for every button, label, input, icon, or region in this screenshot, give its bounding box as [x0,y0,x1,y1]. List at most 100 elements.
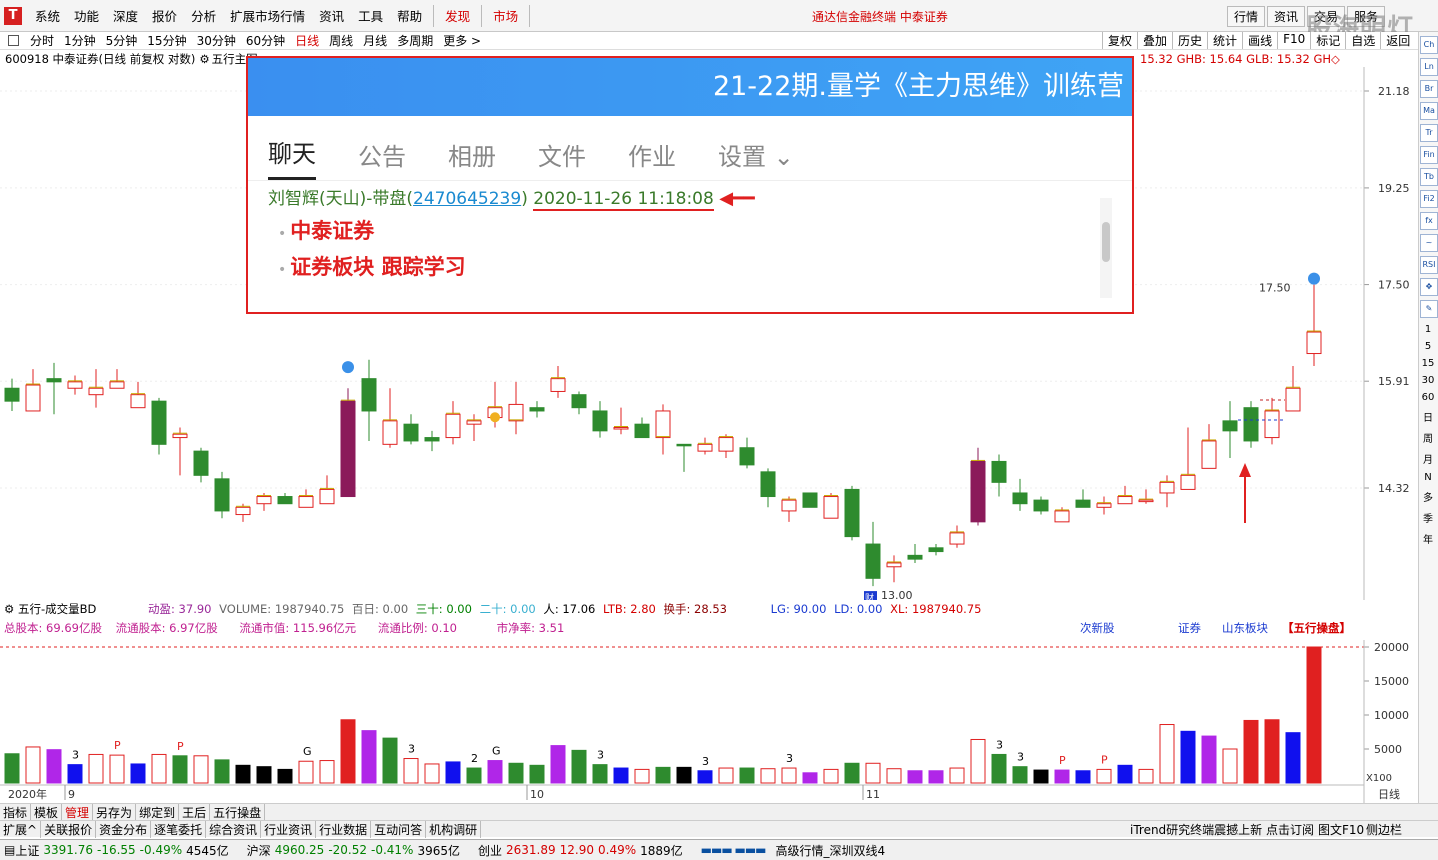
chat-tab-2[interactable]: 相册 [448,137,496,180]
pen-icon[interactable]: ✎ [1420,300,1438,318]
tool-6[interactable]: 标记 [1310,32,1345,49]
period-10[interactable]: 更多 > [438,32,486,49]
indicator-tab-3[interactable]: 另存为 [93,803,137,821]
menu-item-6[interactable]: 资讯 [312,6,351,25]
stock-title[interactable]: 600918 中泰证券(日线 前复权 对数) [5,51,195,67]
checkbox-icon[interactable] [8,35,19,46]
sidebar-period-7[interactable]: 月 [1419,451,1437,466]
volume-indicator-name[interactable]: 五行-成交量BD [18,602,96,616]
trend-icon[interactable]: Tr [1420,124,1438,142]
sidebar-period-5[interactable]: 日 [1419,409,1437,424]
fi2-icon[interactable]: Fi2 [1420,190,1438,208]
news-button[interactable]: 资讯 [1267,6,1306,27]
sender-qq[interactable]: 2470645239 [413,189,521,209]
info-tab-2[interactable]: 资金分布 [96,820,152,838]
info-tab-4[interactable]: 综合资讯 [206,820,262,838]
chart-icon[interactable]: Ch [1420,36,1438,54]
rsi-icon[interactable]: ~ [1420,234,1438,252]
period-7[interactable]: 周线 [324,32,358,49]
tool-2[interactable]: 历史 [1172,32,1207,49]
indicator-tab-4[interactable]: 绑定到 [136,803,180,821]
tool-4[interactable]: 画线 [1242,32,1277,49]
period-0[interactable]: 分时 [25,32,59,49]
info-tab-0[interactable]: 扩展^ [0,820,42,838]
indicator-tab-0[interactable]: 指标 [0,803,32,821]
indicator-tab-5[interactable]: 王后 [179,803,211,821]
fin-icon[interactable]: Fin [1420,146,1438,164]
info-tab-6[interactable]: 行业数据 [316,820,372,838]
menu-item-1[interactable]: 功能 [67,6,106,25]
bar-icon[interactable]: Br [1420,80,1438,98]
cy-name[interactable]: 创业 [478,842,502,859]
chat-tab-0[interactable]: 聊天 [268,134,316,180]
f10-link[interactable]: 图文F10 [1318,821,1364,838]
sidebar-period-8[interactable]: N [1419,472,1437,483]
move-icon[interactable]: ✥ [1420,278,1438,296]
menu-item-7[interactable]: 工具 [351,6,390,25]
menu-item-4[interactable]: 分析 [184,6,223,25]
table-icon[interactable]: Tb [1420,168,1438,186]
chat-tab-4[interactable]: 作业 [628,137,676,180]
info-tab-1[interactable]: 关联报价 [41,820,97,838]
sz-name[interactable]: 沪深 [247,842,271,859]
sidebar-period-0[interactable]: 1 [1419,324,1437,335]
fix-icon[interactable]: fx [1420,212,1438,230]
menu-item-2[interactable]: 深度 [106,6,145,25]
info-tab-3[interactable]: 逐笔委托 [151,820,207,838]
tool-0[interactable]: 复权 [1102,32,1137,49]
sidebar-period-6[interactable]: 周 [1419,430,1437,445]
sidebar-period-11[interactable]: 年 [1419,531,1437,546]
info-tab-5[interactable]: 行业资讯 [261,820,317,838]
tool-8[interactable]: 返回 [1380,32,1415,49]
menu-item-8[interactable]: 帮助 [390,6,429,25]
candle-icon[interactable]: Ma [1420,102,1438,120]
sidebar-period-3[interactable]: 30 [1419,375,1437,386]
period-5[interactable]: 60分钟 [241,32,290,49]
tool-1[interactable]: 叠加 [1137,32,1172,49]
menu-item-5[interactable]: 扩展市场行情 [223,6,312,25]
line-icon[interactable]: Ln [1420,58,1438,76]
tool-3[interactable]: 统计 [1207,32,1242,49]
period-8[interactable]: 月线 [358,32,392,49]
sidebar-link[interactable]: 侧边栏 [1366,821,1402,838]
scrollbar[interactable] [1100,198,1112,298]
tag-new[interactable]: 次新股 [1080,620,1115,636]
period-1[interactable]: 1分钟 [59,32,101,49]
indicator-tab-1[interactable]: 模板 [31,803,63,821]
period-9[interactable]: 多周期 [392,32,438,49]
tag-shandong[interactable]: 山东板块 [1222,620,1268,636]
chat-tab-5[interactable]: 设置 ⌄ [718,137,794,180]
status-right[interactable]: 高级行情_深圳双线4 [776,842,886,859]
itrend-link[interactable]: iTrend研究终端震撼上新 点击订阅 [1130,821,1314,838]
tool-7[interactable]: 自选 [1345,32,1380,49]
menu-item-3[interactable]: 报价 [145,6,184,25]
chat-tab-1[interactable]: 公告 [358,137,406,180]
indicator-tab-2[interactable]: 管理 [62,803,94,821]
gear-icon[interactable]: ⚙ [4,602,14,616]
volume-chart[interactable]: 20000 15000 10000 5000 3 P P G 3 2 G 3 3 3 3 3 P P 2020年 9 1… [0,640,1418,803]
info-tab-7[interactable]: 互动问答 [371,820,427,838]
sh-name[interactable]: 上证 [15,842,39,859]
gear-icon[interactable]: ⚙ [199,52,209,66]
sidebar-period-1[interactable]: 5 [1419,341,1437,352]
sidebar-period-2[interactable]: 15 [1419,358,1437,369]
tag-wuxing[interactable]: 【五行操盘】 [1282,620,1351,636]
sidebar-period-4[interactable]: 60 [1419,392,1437,403]
period-4[interactable]: 30分钟 [192,32,241,49]
volume-bar [1201,735,1217,784]
menu-item-0[interactable]: 系统 [28,6,67,25]
quote-button[interactable]: 行情 [1227,6,1266,27]
indicator-tab-6[interactable]: 五行操盘 [210,803,266,821]
period-2[interactable]: 5分钟 [101,32,143,49]
period-6[interactable]: 日线 [290,32,324,49]
tool-5[interactable]: F10 [1277,32,1310,49]
menu-discover[interactable]: 发现 [438,6,477,25]
sidebar-period-10[interactable]: 季 [1419,510,1437,525]
period-3[interactable]: 15分钟 [142,32,191,49]
chat-tab-3[interactable]: 文件 [538,137,586,180]
menu-market[interactable]: 市场 [486,6,525,25]
tag-securities[interactable]: 证券 [1178,620,1201,636]
info-tab-8[interactable]: 机构调研 [426,820,482,838]
sidebar-period-9[interactable]: 多 [1419,489,1437,504]
rsi2-icon[interactable]: RSI [1420,256,1438,274]
